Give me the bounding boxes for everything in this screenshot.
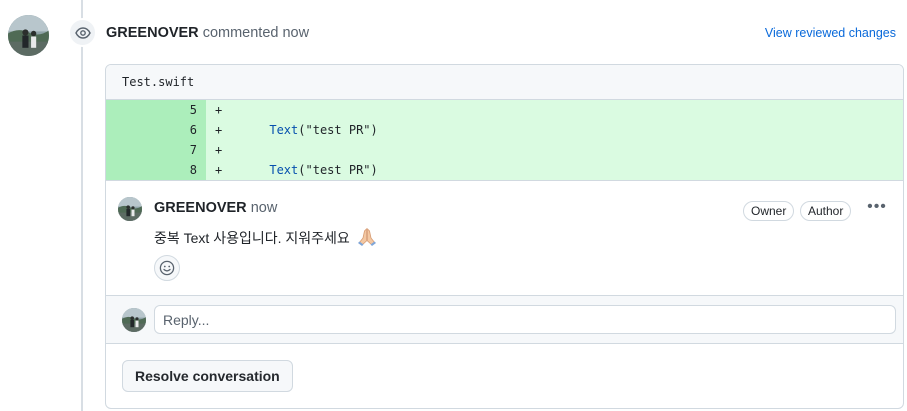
avatar-image xyxy=(122,308,146,332)
avatar[interactable] xyxy=(118,197,142,221)
diff-line: 6 + Text("test PR") xyxy=(106,120,903,140)
code-text: ("test PR") xyxy=(298,123,378,137)
review-comment: GREENOVER now Owner Author ••• 중복 Text 사… xyxy=(106,180,903,295)
comment-author[interactable]: GREENOVER xyxy=(154,200,247,216)
diff-sign: + xyxy=(215,103,223,117)
comment-header: GREENOVER now xyxy=(154,200,277,216)
file-name[interactable]: Test.swift xyxy=(122,75,194,89)
diff-code: Text("test PR") xyxy=(226,120,903,140)
reply-input[interactable] xyxy=(154,305,896,334)
line-number[interactable]: 5 xyxy=(106,100,206,120)
review-author[interactable]: GREENOVER xyxy=(106,25,199,41)
review-timeline-item: GREENOVER commented now View reviewed ch… xyxy=(0,0,907,411)
resolve-conversation-button[interactable]: Resolve conversation xyxy=(122,360,293,392)
line-number[interactable]: 6 xyxy=(106,120,206,140)
diff-sign: + xyxy=(215,163,223,177)
diff-table: 5 +6 + Text("test PR") 7 +8 + Text("test PR") xyxy=(106,100,903,180)
diff-code xyxy=(226,140,903,160)
diff-line: 5 + xyxy=(106,100,903,120)
line-number[interactable]: 8 xyxy=(106,160,206,180)
review-thread: Test.swift 5 +6 + Text("test PR") 7 +8 + Text… xyxy=(105,64,904,409)
eye-icon xyxy=(68,18,97,47)
smiley-icon xyxy=(159,260,175,276)
review-header: GREENOVER commented now xyxy=(106,25,309,41)
line-number[interactable]: 7 xyxy=(106,140,206,160)
add-reaction-button[interactable] xyxy=(154,255,180,281)
code-function: Text xyxy=(269,123,299,137)
review-action: commented now xyxy=(202,25,310,41)
diff-code: Text("test PR") xyxy=(226,160,903,180)
avatar-image xyxy=(118,197,142,221)
avatar-image xyxy=(8,15,49,56)
comment-body: 중복 Text 사용입니다. 지워주세요 xyxy=(154,228,377,249)
diff-line: 8 + Text("test PR") xyxy=(106,160,903,180)
code-text: ("test PR") xyxy=(298,163,378,177)
avatar[interactable] xyxy=(8,15,49,56)
avatar xyxy=(122,308,146,332)
view-reviewed-changes-link[interactable]: View reviewed changes xyxy=(765,26,896,40)
reply-area xyxy=(106,295,903,343)
resolve-area: Resolve conversation xyxy=(106,343,903,408)
kebab-icon[interactable]: ••• xyxy=(866,199,888,220)
code-function: Text xyxy=(269,163,299,177)
owner-badge: Owner xyxy=(743,201,795,221)
diff-sign: + xyxy=(215,123,223,137)
comment-text: 중복 Text 사용입니다. 지워주세요 xyxy=(154,230,350,246)
file-header: Test.swift xyxy=(106,65,903,100)
diff-code xyxy=(226,100,903,120)
timeline-line xyxy=(81,0,83,411)
diff-sign: + xyxy=(215,143,223,157)
comment-time[interactable]: now xyxy=(251,200,278,216)
diff-line: 7 + xyxy=(106,140,903,160)
author-badge: Author xyxy=(800,201,852,221)
praying-hands-emoji xyxy=(357,228,377,249)
